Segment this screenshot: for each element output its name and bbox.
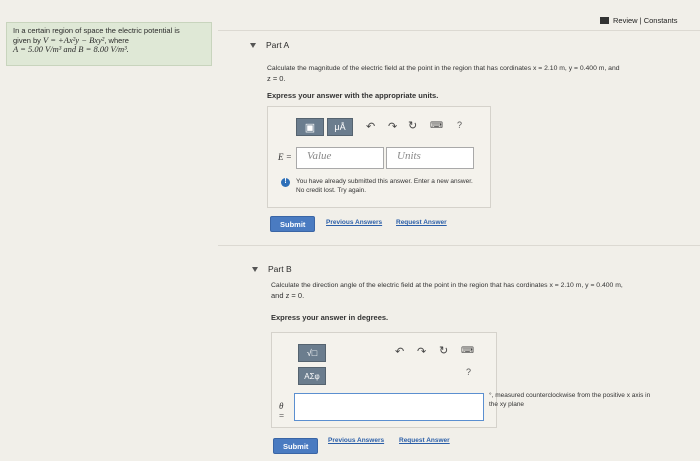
review-constants-link[interactable]: Review | Constants xyxy=(600,16,677,25)
units-input[interactable]: Units xyxy=(386,147,474,169)
problem-line-1: In a certain region of space the electri… xyxy=(13,26,180,35)
units-symbol-button[interactable]: μÅ xyxy=(327,118,353,136)
redo-icon[interactable]: ↷ xyxy=(417,345,426,358)
reset-icon[interactable]: ↻ xyxy=(439,344,448,357)
part-a-header[interactable]: Part A xyxy=(250,40,289,50)
part-divider xyxy=(218,245,700,246)
angle-input[interactable] xyxy=(294,393,484,421)
help-icon[interactable]: ? xyxy=(457,120,462,130)
part-a-notice: ! You have already submitted this answer… xyxy=(281,178,473,195)
sqrt-template-button[interactable]: √□ xyxy=(298,344,326,362)
collapse-triangle-icon xyxy=(252,266,258,272)
part-a-question: Calculate the magnitude of the electric … xyxy=(267,65,620,83)
theta-label: θ xyxy=(279,401,284,411)
template-button[interactable]: ▣ xyxy=(296,118,324,136)
template-icon: ▣ xyxy=(304,121,316,134)
redo-icon[interactable]: ↷ xyxy=(388,120,397,133)
greek-symbols-button[interactable]: ΑΣφ xyxy=(298,367,326,385)
help-icon[interactable]: ? xyxy=(466,367,471,377)
part-b-request-answer-link[interactable]: Request Answer xyxy=(399,437,450,444)
reset-icon[interactable]: ↻ xyxy=(408,119,417,132)
problem-constants: A = 5.00 V/m³ and B = 8.00 V/m³. xyxy=(13,44,129,54)
info-icon: ! xyxy=(281,178,290,187)
value-input[interactable]: Value xyxy=(296,147,384,169)
part-b-header[interactable]: Part B xyxy=(252,264,292,274)
keyboard-icon[interactable]: ⌨ xyxy=(430,120,443,131)
book-icon xyxy=(600,17,609,24)
part-b-submit-button[interactable]: Submit xyxy=(273,438,319,454)
part-a-request-answer-link[interactable]: Request Answer xyxy=(396,219,447,226)
undo-icon[interactable]: ↶ xyxy=(366,120,375,133)
part-b-instruction: Express your answer in degrees. xyxy=(271,313,389,322)
keyboard-icon[interactable]: ⌨ xyxy=(461,345,474,356)
part-a-toolbar: ▣ μÅ xyxy=(296,118,353,136)
angle-unit-note: °, measured counterclockwise from the po… xyxy=(489,392,651,408)
part-b-previous-answers-link[interactable]: Previous Answers xyxy=(328,437,384,444)
potential-formula: V = +Ax²y − Bxy² xyxy=(43,34,105,45)
problem-statement: In a certain region of space the electri… xyxy=(6,22,212,66)
part-b-question: Calculate the direction angle of the ele… xyxy=(271,282,623,300)
undo-icon[interactable]: ↶ xyxy=(395,345,404,358)
equals-label: = xyxy=(279,411,285,421)
part-a-submit-button[interactable]: Submit xyxy=(270,216,316,232)
top-divider xyxy=(218,30,700,31)
collapse-triangle-icon xyxy=(250,42,256,48)
part-b-title: Part B xyxy=(268,264,292,274)
part-a-instruction: Express your answer with the appropriate… xyxy=(267,91,439,100)
part-a-title: Part A xyxy=(266,40,290,50)
part-a-variable: E = xyxy=(278,152,292,162)
part-a-previous-answers-link[interactable]: Previous Answers xyxy=(326,219,382,226)
